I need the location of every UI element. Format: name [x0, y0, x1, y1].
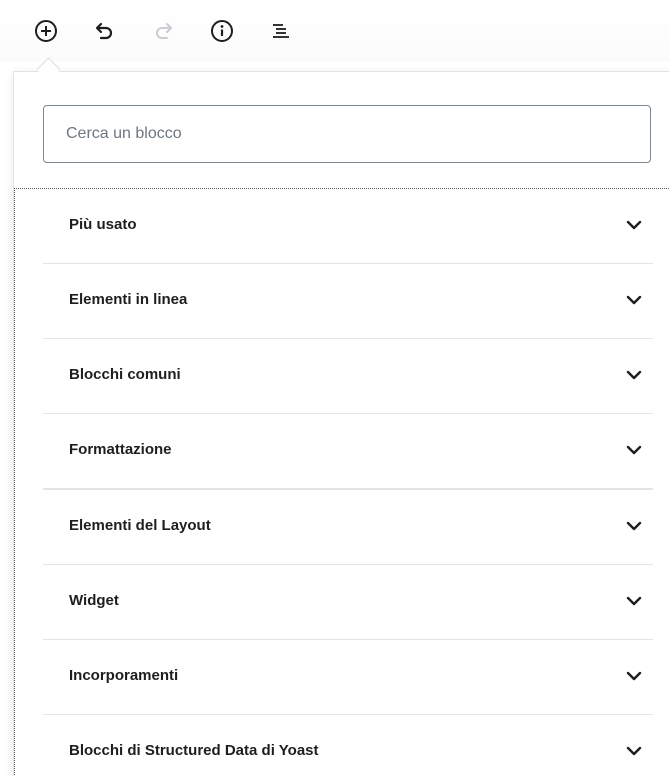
undo-button[interactable] — [88, 14, 122, 48]
add-block-icon — [35, 20, 57, 42]
chevron-down-icon — [623, 665, 645, 687]
category-incorporamenti[interactable]: Incorporamenti — [43, 640, 653, 715]
category-yoast-structured-data[interactable]: Blocchi di Structured Data di Yoast — [43, 715, 653, 776]
chevron-down-icon — [623, 740, 645, 762]
block-inserter-popover: Più usato Elementi in linea Blocchi comu… — [13, 71, 669, 776]
category-label: Formattazione — [69, 441, 172, 458]
add-block-button[interactable] — [29, 14, 63, 48]
block-search — [43, 105, 651, 163]
info-button[interactable] — [205, 14, 239, 48]
chevron-down-icon — [623, 439, 645, 461]
category-label: Blocchi di Structured Data di Yoast — [69, 742, 319, 759]
block-search-input[interactable] — [43, 105, 651, 163]
redo-icon — [156, 23, 172, 39]
category-label: Widget — [69, 592, 119, 609]
chevron-down-icon — [623, 515, 645, 537]
category-piu-usato[interactable]: Più usato — [43, 189, 653, 264]
list-view-icon — [273, 24, 289, 38]
chevron-down-icon — [623, 214, 645, 236]
block-inserter-screen: Più usato Elementi in linea Blocchi comu… — [0, 0, 669, 776]
category-elementi-in-linea[interactable]: Elementi in linea — [43, 264, 653, 339]
list-view-button[interactable] — [264, 14, 298, 48]
redo-button[interactable] — [146, 14, 180, 48]
block-categories-panel: Più usato Elementi in linea Blocchi comu… — [14, 188, 669, 776]
chevron-down-icon — [623, 289, 645, 311]
chevron-down-icon — [623, 364, 645, 386]
category-label: Più usato — [69, 216, 137, 233]
category-elementi-del-layout[interactable]: Elementi del Layout — [43, 490, 653, 565]
category-label: Incorporamenti — [69, 667, 179, 684]
chevron-down-icon — [623, 590, 645, 612]
undo-icon — [95, 22, 113, 40]
category-blocchi-comuni[interactable]: Blocchi comuni — [43, 339, 653, 414]
category-label: Elementi in linea — [69, 291, 188, 308]
info-icon — [211, 20, 233, 42]
category-label: Elementi del Layout — [69, 517, 211, 534]
editor-toolbar — [0, 0, 669, 62]
category-label: Blocchi comuni — [69, 366, 181, 383]
category-formattazione[interactable]: Formattazione — [43, 414, 653, 490]
category-widget[interactable]: Widget — [43, 565, 653, 640]
